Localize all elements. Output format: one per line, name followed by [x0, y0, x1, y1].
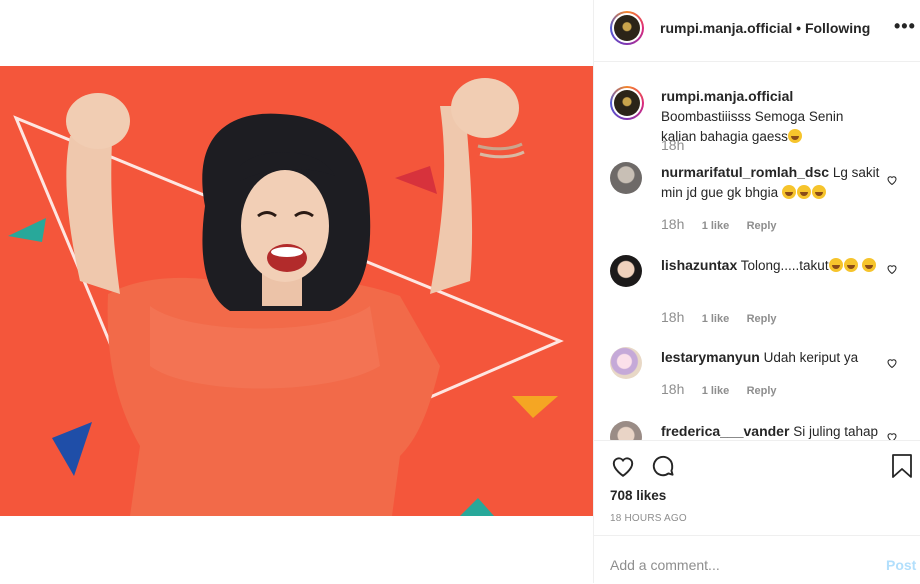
comment-item: nurmarifatul_romlah_dsc Lg sakit min jd … — [610, 162, 910, 237]
reply-button[interactable]: Reply — [747, 313, 777, 325]
add-comment-bar: Add a comment... Post — [594, 535, 920, 584]
comment-like-heart-icon[interactable] — [886, 174, 898, 186]
comment-item: frederica___vander Si juling tahap — [610, 421, 910, 440]
laugh-emoji-icon — [828, 258, 843, 272]
post-media-column — [0, 0, 593, 583]
comment-like-heart-icon[interactable] — [886, 431, 898, 440]
comment-text: lestarymanyun Udah keriput ya — [661, 347, 881, 368]
laugh-emoji-icon — [787, 129, 802, 143]
comment-username[interactable]: lishazuntax — [661, 257, 737, 273]
header-user-line: rumpi.manja.official • Following — [660, 20, 870, 36]
comment-time[interactable]: 18h — [661, 381, 684, 397]
header-username[interactable]: rumpi.manja.official — [660, 20, 792, 36]
comment-likes[interactable]: 1 like — [702, 313, 730, 325]
comment-username[interactable]: lestarymanyun — [661, 349, 760, 365]
caption-username[interactable]: rumpi.manja.official — [661, 88, 793, 104]
laugh-emoji-icon — [862, 258, 877, 272]
laugh-emoji-icon — [796, 185, 811, 199]
comment-avatar[interactable] — [610, 162, 642, 194]
heart-icon[interactable] — [610, 453, 636, 479]
comment-like-heart-icon[interactable] — [886, 357, 898, 369]
comment-text: frederica___vander Si juling tahap — [661, 421, 891, 440]
cry-emoji-icon — [811, 185, 826, 199]
comment-avatar[interactable] — [610, 421, 642, 440]
reply-button[interactable]: Reply — [747, 220, 777, 232]
reply-button[interactable]: Reply — [747, 385, 777, 397]
comment-item: lishazuntax Tolong.....takut 18h 1 like … — [610, 255, 910, 330]
more-icon[interactable]: ••• — [894, 16, 916, 37]
comment-body: Tolong.....takut — [740, 258, 829, 273]
comment-like-heart-icon[interactable] — [886, 263, 898, 275]
caption-avatar[interactable] — [610, 86, 644, 120]
caption-time[interactable]: 18h — [661, 137, 684, 153]
post-timestamp[interactable]: 18 HOURS AGO — [610, 513, 687, 524]
comment-body: Si juling tahap — [793, 424, 878, 439]
comment-meta: 18h 1 like Reply — [661, 381, 791, 397]
caption-meta: 18h — [661, 137, 698, 153]
bookmark-icon[interactable] — [890, 453, 914, 479]
comment-avatar[interactable] — [610, 347, 642, 379]
comment-icon[interactable] — [650, 453, 676, 479]
comment-item: lestarymanyun Udah keriput ya 18h 1 like… — [610, 347, 910, 407]
comment-likes[interactable]: 1 like — [702, 220, 730, 232]
comment-body: Udah keriput ya — [763, 350, 859, 365]
comment-meta: 18h 1 like Reply — [661, 309, 791, 325]
comment-likes[interactable]: 1 like — [702, 385, 730, 397]
post-photo[interactable] — [0, 66, 593, 516]
comment-time[interactable]: 18h — [661, 216, 684, 232]
comment-username[interactable]: nurmarifatul_romlah_dsc — [661, 164, 829, 180]
caption-item: rumpi.manja.official Boombastiiisss Semo… — [610, 86, 910, 156]
likes-count[interactable]: 708 likes — [610, 488, 666, 503]
laugh-emoji-icon — [781, 185, 796, 199]
follow-status-button[interactable]: Following — [805, 20, 870, 36]
post-photo-illustration — [0, 66, 593, 516]
comment-username[interactable]: frederica___vander — [661, 423, 789, 439]
post-side-panel: rumpi.manja.official • Following ••• rum… — [593, 0, 920, 583]
header-avatar[interactable] — [610, 11, 644, 45]
post-header: rumpi.manja.official • Following ••• — [594, 0, 920, 62]
comment-text: nurmarifatul_romlah_dsc Lg sakit min jd … — [661, 162, 881, 203]
comment-meta: 18h 1 like Reply — [661, 216, 791, 232]
comment-avatar[interactable] — [610, 255, 642, 287]
comment-time[interactable]: 18h — [661, 309, 684, 325]
add-comment-input[interactable]: Add a comment... — [610, 557, 720, 573]
laugh-emoji-icon — [843, 258, 858, 272]
comment-text: lishazuntax Tolong.....takut — [661, 255, 881, 276]
post-comment-button[interactable]: Post — [886, 557, 916, 573]
comments-list[interactable]: rumpi.manja.official Boombastiiisss Semo… — [594, 62, 920, 440]
header-separator: • — [796, 20, 802, 36]
